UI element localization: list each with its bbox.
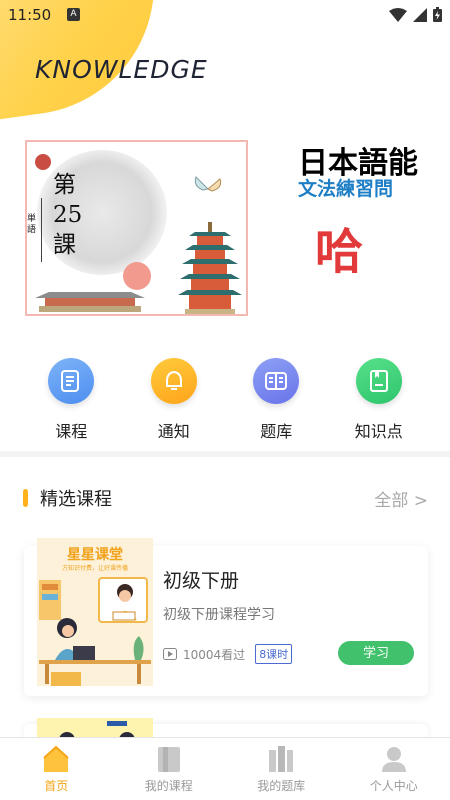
- status-time: 11:50: [8, 6, 52, 24]
- tab-home[interactable]: 首页: [0, 738, 113, 800]
- red-sun-decoration: [35, 154, 51, 170]
- slide-grammar-subtitle: 文法練習問: [298, 178, 394, 200]
- quick-nav-label: 题库: [260, 422, 293, 441]
- tab-my-question-bank[interactable]: 我的题库: [225, 738, 338, 800]
- lesson-line-3: 課: [53, 232, 76, 258]
- course-title: 初级下册: [163, 570, 240, 592]
- quick-nav-label: 课程: [55, 422, 88, 441]
- knowledge-icon: [355, 358, 402, 404]
- study-button[interactable]: 学习: [338, 641, 414, 665]
- notification-a-icon: A: [67, 8, 80, 21]
- slide-lesson-number: 第 25 課: [53, 170, 82, 260]
- cover-title: 星星课堂: [67, 547, 123, 563]
- view-count: 10004看过: [183, 647, 246, 662]
- slide-grammar-character: 哈: [315, 224, 364, 280]
- section-divider: [0, 451, 450, 457]
- pink-sun-decoration: [123, 262, 151, 290]
- app-brand: KNOWLEDGE: [35, 55, 208, 84]
- banner-slide-grammar[interactable]: 日本語能 文法練習問 哈: [268, 140, 450, 316]
- carousel-indicator: [213, 314, 239, 316]
- user-icon: [381, 747, 406, 772]
- book-stack-icon: [157, 747, 180, 772]
- course-meta: 10004看过 8课时: [163, 644, 293, 664]
- lesson-line-1: 第: [53, 172, 76, 198]
- battery-icon: [433, 7, 442, 22]
- featured-section-header: 精选课程 全部 >: [0, 480, 450, 514]
- banner-slide-lesson[interactable]: 単語 第 25 課: [25, 140, 248, 316]
- course-card[interactable]: 星星课堂 方知识付费，让好课传播 初级下册 初级下册课程学习 10004看过 8…: [24, 538, 428, 696]
- tab-label: 首页: [44, 779, 69, 793]
- quick-nav-course[interactable]: 课程: [31, 350, 111, 445]
- quick-nav-notice[interactable]: 通知: [134, 350, 214, 445]
- cover-subtitle: 方知识付费，让好课传播: [61, 565, 128, 572]
- butterfly-illustration: [194, 176, 222, 192]
- quick-nav-knowledge[interactable]: 知识点: [339, 350, 419, 445]
- quick-nav-question-bank[interactable]: 题库: [236, 350, 316, 445]
- study-illustration: [39, 577, 151, 686]
- section-title: 精选课程: [40, 489, 112, 510]
- wifi-icon: [389, 7, 407, 22]
- lesson-line-2: 25: [53, 202, 83, 228]
- course-description: 初级下册课程学习: [163, 607, 275, 623]
- slide-tag: 単語: [27, 214, 37, 236]
- books-icon: [269, 746, 294, 772]
- status-bar: 11:50 A: [0, 0, 450, 32]
- course-icon: [48, 358, 95, 404]
- tab-label: 个人中心: [369, 779, 418, 793]
- quick-nav-label: 知识点: [354, 422, 403, 441]
- tab-my-courses[interactable]: 我的课程: [113, 738, 226, 800]
- home-icon: [43, 745, 69, 772]
- bell-icon: [150, 358, 197, 404]
- lesson-count-badge: 8课时: [255, 644, 293, 664]
- quick-nav-label: 通知: [157, 422, 190, 441]
- quick-nav: 课程 通知 题库 知识点: [0, 350, 450, 445]
- book-icon: [253, 358, 300, 404]
- status-icons: [389, 7, 442, 22]
- tab-label: 我的题库: [257, 779, 306, 793]
- pagoda-illustration: [178, 222, 242, 314]
- play-icon: [163, 648, 177, 660]
- course-cover-image: 星星课堂 方知识付费，让好课传播: [37, 538, 153, 686]
- tab-label: 我的课程: [144, 779, 193, 793]
- bottom-nav: 首页 我的课程 我的题库 个人中心: [0, 737, 450, 800]
- tab-profile[interactable]: 个人中心: [338, 738, 450, 800]
- section-accent-bar: [23, 489, 28, 507]
- temple-illustration: [35, 292, 145, 312]
- slide-divider: [41, 198, 42, 262]
- signal-icon: [413, 7, 427, 22]
- view-all-link[interactable]: 全部 >: [374, 486, 428, 511]
- banner-carousel[interactable]: 単語 第 25 課 日本語能 文法練習問 哈: [0, 140, 450, 320]
